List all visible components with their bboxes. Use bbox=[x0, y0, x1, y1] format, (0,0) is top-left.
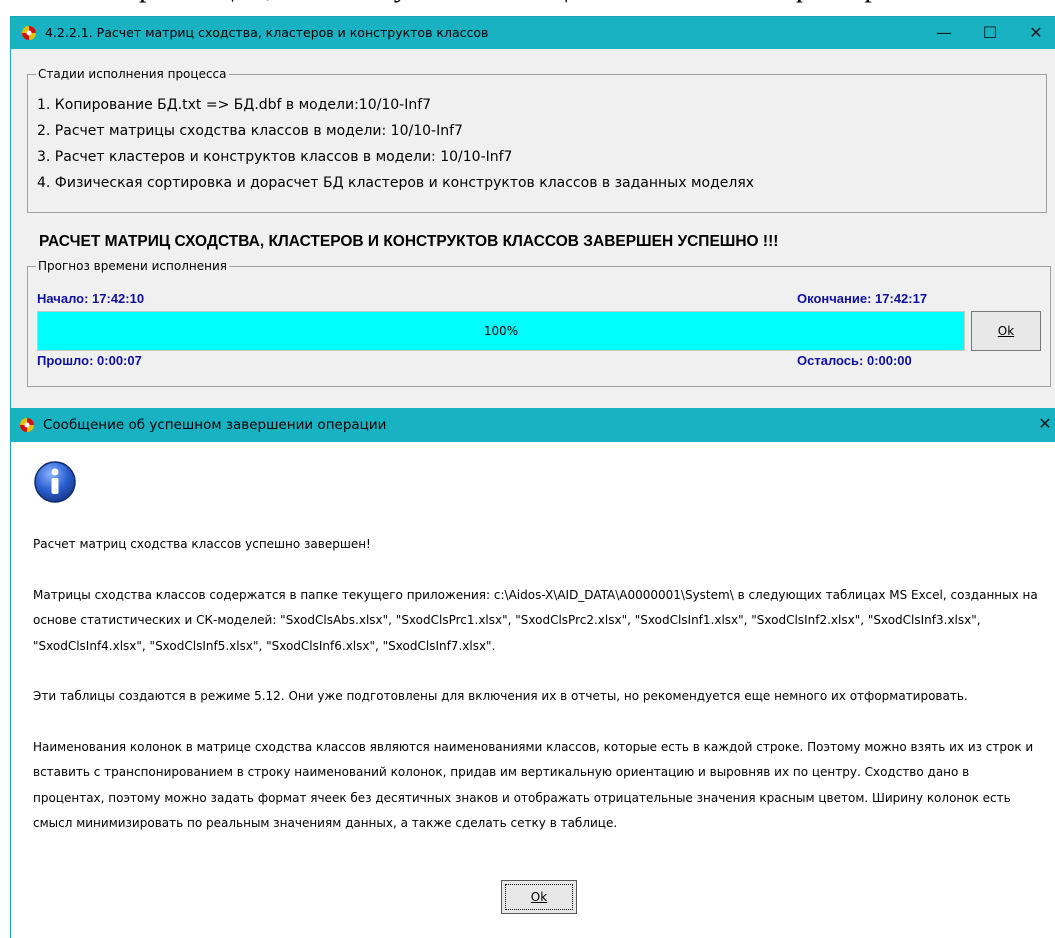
focus-rect bbox=[505, 884, 573, 910]
message-paragraph: Эти таблицы создаются в режиме 5.12. Они… bbox=[33, 689, 968, 703]
success-message: РАСЧЕТ МАТРИЦ СХОДСТВА, КЛАСТЕРОВ И КОНС… bbox=[39, 233, 779, 250]
stage-item: 2. Расчет матрицы сходства классов в мод… bbox=[37, 123, 463, 139]
message-paragraph: Матрицы сходства классов содержатся в па… bbox=[33, 587, 1038, 653]
forecast-legend: Прогноз времени исполнения bbox=[38, 259, 227, 273]
stage-item: 1. Копирование БД.txt => БД.dbf в модели… bbox=[37, 97, 432, 113]
dialog-titlebar[interactable]: Сообщение об успешном завершении операци… bbox=[11, 408, 1055, 442]
dialog-close-button[interactable]: ✕ bbox=[1022, 408, 1055, 440]
maximize-button[interactable]: ☐ bbox=[967, 17, 1013, 49]
progress-label: 100% bbox=[483, 324, 519, 338]
message-paragraph: Наименования колонок в матрице сходства … bbox=[33, 739, 1034, 831]
stage-item: 3. Расчет кластеров и конструктов классо… bbox=[37, 149, 513, 165]
minimize-button[interactable]: — bbox=[921, 17, 967, 49]
process-window: 4.2.2.1. Расчет матриц сходства, кластер… bbox=[10, 16, 1055, 410]
message-paragraph: Расчет матриц сходства классов успешно з… bbox=[33, 537, 371, 551]
progress-bar: 100% bbox=[37, 311, 965, 351]
close-button[interactable]: ✕ bbox=[1013, 17, 1055, 49]
app-icon bbox=[22, 26, 36, 40]
dialog-message: Расчет матриц сходства классов успешно з… bbox=[33, 532, 1043, 862]
completion-dialog: Сообщение об успешном завершении операци… bbox=[10, 408, 1055, 938]
ok-label: Ok bbox=[997, 324, 1015, 338]
process-window-titlebar[interactable]: 4.2.2.1. Расчет матриц сходства, кластер… bbox=[11, 17, 1055, 49]
start-time: Начало: 17:42:10 bbox=[37, 291, 145, 306]
elapsed-time: Прошло: 0:00:07 bbox=[37, 353, 142, 368]
app-icon bbox=[20, 418, 34, 432]
stages-legend: Стадии исполнения процесса bbox=[38, 67, 227, 81]
info-icon bbox=[34, 461, 76, 503]
dialog-title: Сообщение об успешном завершении операци… bbox=[43, 417, 387, 433]
end-time: Окончание: 17:42:17 bbox=[797, 291, 928, 306]
stage-item: 4. Физическая сортировка и дорасчет БД к… bbox=[37, 175, 755, 191]
dialog-ok-button[interactable]: Ok bbox=[501, 880, 577, 914]
remaining-time: Осталось: 0:00:00 bbox=[797, 353, 912, 368]
process-window-title: 4.2.2.1. Расчет матриц сходства, кластер… bbox=[45, 25, 489, 40]
stages-group: Стадии исполнения процесса bbox=[27, 67, 1047, 213]
ok-button[interactable]: Ok bbox=[971, 311, 1041, 351]
